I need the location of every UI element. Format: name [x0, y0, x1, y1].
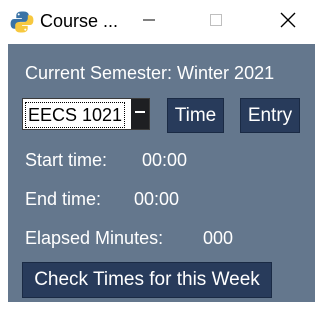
entry-button[interactable]: Entry [240, 98, 300, 133]
python-icon [10, 10, 34, 34]
maximize-button[interactable] [191, 0, 241, 44]
window-title: Course ... [40, 11, 119, 31]
minimize-icon [142, 13, 156, 32]
end-time-value: 00:00 [134, 189, 180, 209]
time-button[interactable]: Time [167, 98, 224, 133]
start-time-label: Start time: [25, 150, 108, 170]
course-select[interactable]: EECS 1021 [22, 98, 150, 130]
chevron-down-icon[interactable] [131, 99, 149, 129]
title-bar: Course ... [0, 0, 323, 44]
close-icon [280, 12, 296, 33]
course-select-value: EECS 1021 [25, 102, 126, 128]
minimize-button[interactable] [124, 0, 174, 44]
check-times-button[interactable]: Check Times for this Week [22, 262, 272, 298]
end-time-label: End time: [25, 189, 102, 209]
semester-label: Current Semester: Winter 2021 [25, 63, 275, 83]
close-button[interactable] [263, 0, 313, 44]
start-time-value: 00:00 [142, 150, 188, 170]
elapsed-minutes-label: Elapsed Minutes: [25, 228, 164, 248]
window-bottom-border [0, 302, 323, 309]
maximize-icon [209, 13, 223, 32]
main-panel: Current Semester: Winter 2021 EECS 1021 … [8, 44, 315, 302]
elapsed-minutes-value: 000 [203, 228, 234, 248]
